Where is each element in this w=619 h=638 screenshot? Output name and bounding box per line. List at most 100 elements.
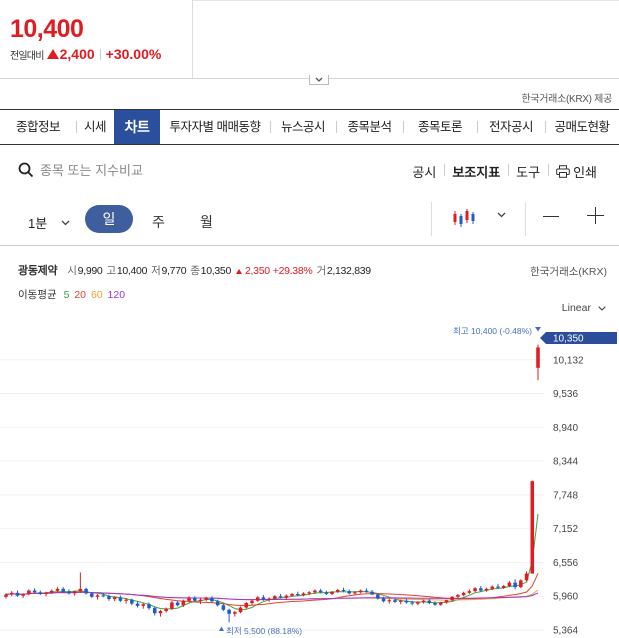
last-price-value: 10,350: [553, 334, 584, 345]
candle-body: [67, 591, 71, 594]
change-label: 전일대비: [10, 50, 44, 62]
y-tick-label: 9,536: [553, 389, 578, 400]
scale-mode-dropdown[interactable]: Linear: [562, 302, 606, 314]
candle-body: [387, 600, 392, 602]
candle-body: [484, 588, 489, 591]
candle-body: [364, 590, 369, 592]
ma-60: 60: [90, 289, 103, 301]
candle-body: [135, 603, 140, 606]
tab-e-disclosure[interactable]: 전자공시: [477, 110, 545, 144]
print-button[interactable]: 인쇄: [548, 162, 605, 181]
zoom-in-button[interactable]: [587, 207, 604, 224]
candle-body: [513, 582, 517, 588]
tab-investor-trading[interactable]: 투자자별 매매동향: [160, 110, 270, 144]
moving-average-legend[interactable]: 이동평균 5 20 60 120: [18, 287, 129, 302]
chart-toolbar: 공시 보조지표 도구 인쇄: [0, 146, 619, 194]
tab-overview[interactable]: 종합정보: [0, 110, 76, 144]
candle-body: [44, 592, 48, 594]
candle-body: [49, 590, 54, 593]
disclosure-button[interactable]: 공시: [404, 162, 444, 181]
period-day-button[interactable]: 일: [85, 205, 133, 233]
candle-body: [444, 600, 449, 603]
zoom-out-button[interactable]: [543, 216, 559, 217]
candle-body: [244, 603, 249, 608]
compare-search-input[interactable]: [40, 160, 240, 180]
volume-label: 거: [316, 265, 326, 277]
y-tick-label: 6,556: [553, 558, 578, 569]
tab-short-selling[interactable]: 공매도현황: [545, 110, 619, 144]
tab-stock-analysis[interactable]: 종목분석: [336, 110, 403, 144]
candle-body: [267, 598, 271, 600]
tab-quotes[interactable]: 시세: [76, 110, 114, 144]
chevron-down-icon[interactable]: [497, 212, 506, 218]
candle-body: [376, 594, 380, 599]
candle-body: [95, 595, 100, 597]
close-label: 종: [190, 265, 200, 277]
candle-body: [141, 604, 146, 606]
candle-body: [9, 592, 14, 595]
candle-body: [175, 602, 180, 606]
candle-body: [170, 602, 174, 609]
minute-label: 1분: [28, 216, 48, 231]
period-week-button[interactable]: 주: [152, 212, 165, 232]
candle-body: [21, 594, 25, 596]
price-chart[interactable]: 10,132 9,536 8,940 8,344 7,748 7,152 6,556 5,96…: [0, 318, 619, 638]
candle-body: [307, 592, 311, 594]
candle-body: [124, 599, 128, 601]
candle-body: [107, 596, 111, 600]
candlestick-chart-icon[interactable]: [452, 208, 476, 228]
candle-body: [204, 597, 208, 600]
volume-value: 2,132,839: [326, 265, 371, 277]
candle-body: [238, 607, 243, 613]
expand-toggle-button[interactable]: [309, 75, 329, 85]
candle-body: [318, 590, 323, 593]
candle-body: [118, 597, 123, 601]
candle-body: [438, 602, 443, 605]
candle-body: [90, 593, 94, 597]
candle-body: [187, 597, 191, 601]
candle-body: [158, 610, 163, 614]
low-marker-icon: [219, 626, 224, 631]
candle-body: [221, 605, 226, 610]
stock-name: 광동제약: [18, 265, 58, 277]
high-marker-icon: [535, 327, 541, 332]
candle-body: [330, 591, 334, 594]
current-price: 10,400: [10, 15, 84, 43]
candle-body: [427, 600, 432, 604]
candle-body: [15, 592, 20, 596]
candle-body: [490, 586, 495, 589]
period-month-button[interactable]: 월: [200, 212, 213, 232]
y-tick-label: 7,152: [553, 524, 578, 535]
candle-body: [152, 608, 157, 614]
minute-dropdown[interactable]: 1분: [28, 213, 70, 232]
chevron-down-icon: [598, 305, 606, 311]
candle-body: [456, 595, 460, 597]
candle-body: [215, 601, 220, 606]
candle-body: [519, 580, 523, 588]
exchange-label: 한국거래소(KRX): [530, 266, 607, 278]
candle-body: [32, 590, 37, 593]
open-label: 시: [67, 265, 77, 277]
ohlc-info: 광동제약 시 9,990 고 10,400 저 9,770 종 10,350 2,350…: [18, 262, 371, 278]
tab-discussion[interactable]: 종목토론: [403, 110, 477, 144]
tool-button[interactable]: 도구: [508, 162, 548, 181]
ma-20: 20: [74, 289, 87, 301]
tab-news-disclosure[interactable]: 뉴스공시: [270, 110, 336, 144]
y-tick-label: 5,364: [553, 626, 578, 637]
candle-body: [210, 597, 214, 602]
candle-body: [301, 593, 306, 596]
candle-body: [398, 600, 403, 602]
high-value: 10,400: [116, 265, 148, 277]
search-icon: [18, 162, 34, 178]
candle-body: [295, 593, 300, 596]
indicator-button[interactable]: 보조지표: [444, 162, 508, 181]
candle-body: [324, 592, 329, 594]
candle-body: [381, 598, 386, 602]
candle-body: [507, 582, 512, 587]
divider: [99, 48, 101, 60]
candle-body: [273, 596, 277, 599]
candle-body: [101, 595, 106, 597]
tab-chart[interactable]: 차트: [114, 110, 160, 144]
candle-body: [336, 589, 340, 592]
open-value: 9,990: [77, 265, 103, 277]
